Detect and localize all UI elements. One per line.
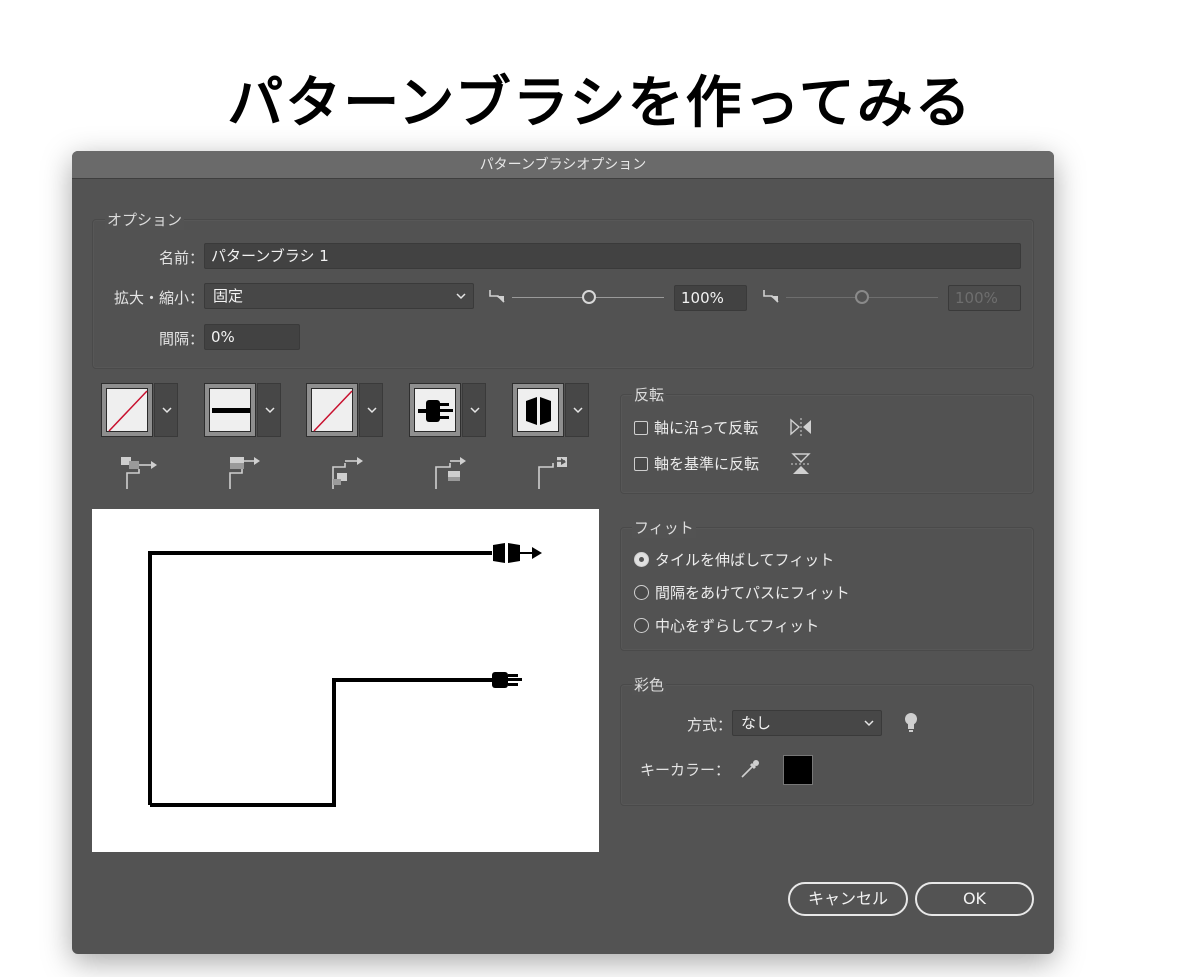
colorization-group (620, 684, 1034, 806)
side-tile-button[interactable] (101, 383, 178, 437)
scale-max-slider-knob (855, 290, 869, 304)
name-field[interactable]: パターンブラシ 1 (204, 243, 1021, 269)
flip-along-icon (790, 418, 811, 436)
flip-along-checkbox[interactable]: 軸に沿って反転 (634, 417, 758, 438)
page-heading: パターンブラシを作ってみる (227, 71, 973, 136)
pressure-max-icon (763, 290, 779, 303)
plug-icon (418, 400, 453, 422)
pressure-min-icon (489, 290, 505, 303)
chevron-down-icon (456, 293, 466, 300)
ok-button[interactable]: OK (915, 882, 1034, 916)
scale-select[interactable]: 固定 (204, 283, 474, 309)
fit-stretch-radio[interactable] (634, 552, 649, 567)
method-select-value: なし (741, 714, 772, 732)
flip-across-icon (791, 453, 811, 474)
spacing-field[interactable]: 0% (204, 324, 300, 350)
end-tile-button[interactable] (512, 383, 589, 437)
dialog-title: パターンブラシオプション (72, 151, 1054, 179)
none-swatch-icon (313, 390, 353, 432)
chevron-down-icon (573, 407, 583, 414)
method-label: 方式： (686, 716, 732, 734)
chevron-down-icon (162, 407, 172, 414)
spacing-label: 間隔： (158, 330, 204, 348)
socket-icon (526, 397, 551, 425)
scale-label: 拡大・縮小： (113, 289, 204, 307)
end-position-icon (538, 457, 567, 489)
fit-spacing-option[interactable]: 間隔をあけてパスにフィット (634, 582, 850, 603)
side-tile-position-icon (121, 457, 157, 489)
none-swatch-icon (108, 390, 148, 432)
fit-spacing-radio[interactable] (634, 585, 649, 600)
preview-socket-end (493, 543, 542, 563)
brush-preview (92, 509, 599, 852)
scale-percent-field[interactable]: 100% (674, 285, 747, 311)
chevron-down-icon (265, 407, 275, 414)
fit-approximate-radio[interactable] (634, 618, 649, 633)
flip-along-label: 軸に沿って反転 (654, 419, 759, 437)
scale-select-value: 固定 (213, 287, 244, 305)
preview-plug-end (492, 672, 522, 688)
flip-group-title: 反転 (632, 384, 667, 405)
name-label: 名前： (158, 249, 204, 267)
scale-max-percent-field: 100% (948, 285, 1021, 311)
method-select[interactable]: なし (732, 710, 882, 736)
chevron-down-icon (470, 407, 480, 414)
outer-corner-position-icon (229, 457, 260, 489)
eyedropper-icon[interactable] (738, 757, 762, 781)
key-color-swatch[interactable] (783, 755, 813, 785)
scale-slider-knob[interactable] (582, 290, 596, 304)
inner-corner-tile-button[interactable] (306, 383, 383, 437)
colorization-group-title: 彩色 (632, 674, 667, 695)
options-group-title: オプション (105, 209, 185, 230)
flip-across-label: 軸を基準に反転 (654, 455, 760, 473)
line-segment-icon (212, 408, 250, 413)
inner-corner-position-icon (332, 457, 363, 489)
outer-corner-tile-button[interactable] (204, 383, 281, 437)
fit-stretch-option[interactable]: タイルを伸ばしてフィット (634, 549, 834, 570)
start-tile-button[interactable] (409, 383, 486, 437)
chevron-down-icon (864, 720, 874, 727)
chevron-down-icon (367, 407, 377, 414)
cancel-button[interactable]: キャンセル (788, 882, 908, 916)
key-color-label: キーカラー： (639, 761, 730, 779)
lightbulb-icon[interactable] (904, 712, 918, 734)
pattern-brush-options-dialog: パターンブラシオプション オプション 名前： パターンブラシ 1 拡大・縮小： … (72, 151, 1054, 954)
flip-across-checkbox[interactable]: 軸を基準に反転 (634, 453, 759, 474)
start-position-icon (435, 457, 466, 489)
flip-across-box[interactable] (634, 457, 648, 471)
fit-spacing-label: 間隔をあけてパスにフィット (655, 584, 850, 602)
fit-approximate-option[interactable]: 中心をずらしてフィット (634, 615, 819, 636)
fit-stretch-label: タイルを伸ばしてフィット (655, 551, 835, 569)
fit-group-title: フィット (632, 517, 696, 538)
fit-approximate-label: 中心をずらしてフィット (655, 617, 820, 635)
preview-path (148, 543, 542, 807)
flip-group (620, 394, 1034, 494)
flip-along-box[interactable] (634, 421, 648, 435)
